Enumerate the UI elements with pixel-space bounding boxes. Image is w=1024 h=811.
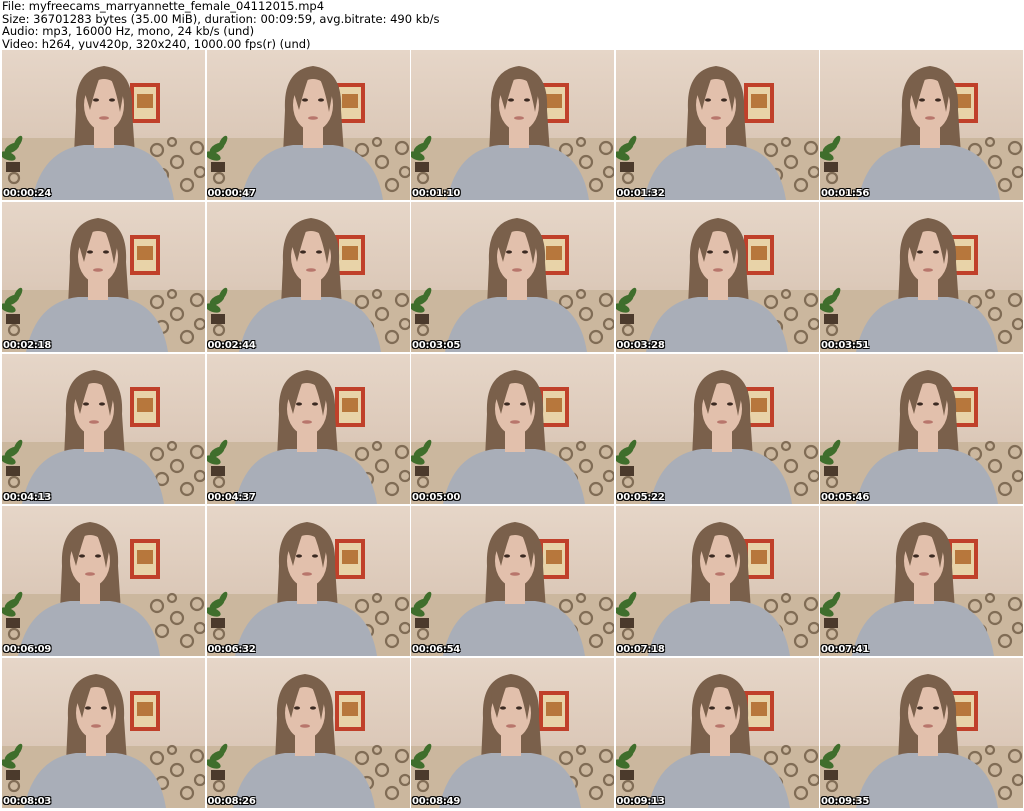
frame-image xyxy=(206,66,410,200)
thumbnail-timestamp: 00:03:28 xyxy=(616,340,665,351)
thumbnail-timestamp: 00:07:18 xyxy=(616,644,665,655)
frame-image xyxy=(411,66,614,200)
frame-image xyxy=(820,66,1023,200)
thumbnail-timestamp: 00:05:00 xyxy=(412,492,461,503)
frame-image xyxy=(2,218,205,352)
video-thumbnail: 00:03:05 xyxy=(411,202,614,352)
video-thumbnail: 00:09:13 xyxy=(615,658,819,808)
frame-image xyxy=(206,218,410,352)
video-thumbnail: 00:02:44 xyxy=(206,202,410,352)
frame-image xyxy=(820,370,1023,504)
audio-info: Audio: mp3, 16000 Hz, mono, 24 kb/s (und… xyxy=(2,24,255,38)
video-thumbnail: 00:06:32 xyxy=(206,506,410,656)
thumbnail-timestamp: 00:08:49 xyxy=(412,796,461,807)
video-thumbnail: 00:03:51 xyxy=(820,202,1023,352)
video-thumbnail: 00:08:26 xyxy=(206,658,410,808)
thumbnail-timestamp: 00:05:22 xyxy=(616,492,665,503)
thumbnail-timestamp: 00:09:13 xyxy=(616,796,665,807)
frame-image xyxy=(615,522,819,656)
thumbnail-timestamp: 00:01:32 xyxy=(616,188,665,199)
frame-image xyxy=(411,370,614,504)
thumbnail-timestamp: 00:00:24 xyxy=(3,188,52,199)
thumbnail-timestamp: 00:03:05 xyxy=(412,340,461,351)
thumbnail-timestamp: 00:03:51 xyxy=(821,340,870,351)
frame-image xyxy=(411,218,614,352)
video-thumbnail: 00:04:13 xyxy=(2,354,205,504)
video-thumbnail: 00:05:46 xyxy=(820,354,1023,504)
frame-image xyxy=(820,522,1023,656)
thumbnail-timestamp: 00:08:26 xyxy=(207,796,256,807)
thumbnail-timestamp: 00:07:41 xyxy=(821,644,870,655)
thumbnail-timestamp: 00:02:18 xyxy=(3,340,52,351)
video-thumbnail: 00:04:37 xyxy=(206,354,410,504)
frame-image xyxy=(615,674,819,808)
thumbnail-timestamp: 00:08:03 xyxy=(3,796,52,807)
video-thumbnail: 00:00:47 xyxy=(206,50,410,200)
frame-image xyxy=(206,370,410,504)
file-name: File: myfreecams_marryannette_female_041… xyxy=(2,0,325,13)
video-thumbnail: 00:01:32 xyxy=(615,50,819,200)
thumbnail-timestamp: 00:06:54 xyxy=(412,644,461,655)
video-thumbnail: 00:03:28 xyxy=(615,202,819,352)
thumbnail-timestamp: 00:04:37 xyxy=(207,492,256,503)
frame-image xyxy=(820,218,1023,352)
thumbnail-grid: 00:00:24 00:00:47 00:01:10 00:01:32 00:01:56… xyxy=(2,50,1023,811)
video-thumbnail: 00:06:54 xyxy=(411,506,614,656)
video-thumbnail: 00:09:35 xyxy=(820,658,1023,808)
frame-image xyxy=(820,674,1023,808)
video-thumbnail: 00:01:10 xyxy=(411,50,614,200)
thumbnail-timestamp: 00:06:09 xyxy=(3,644,52,655)
thumbnail-timestamp: 00:09:35 xyxy=(821,796,870,807)
video-thumbnail: 00:05:22 xyxy=(615,354,819,504)
frame-image xyxy=(2,66,205,200)
thumbnail-timestamp: 00:06:32 xyxy=(207,644,256,655)
frame-image xyxy=(2,674,205,808)
video-thumbnail: 00:02:18 xyxy=(2,202,205,352)
video-info: Video: h264, yuv420p, 320x240, 1000.00 f… xyxy=(2,36,311,51)
thumbnail-timestamp: 00:04:13 xyxy=(3,492,52,503)
frame-image xyxy=(411,674,614,808)
thumbnail-timestamp: 00:01:10 xyxy=(412,188,461,199)
thumbnail-timestamp: 00:02:44 xyxy=(207,340,256,351)
thumbnail-timestamp: 00:00:47 xyxy=(207,188,256,199)
video-thumbnail: 00:07:18 xyxy=(615,506,819,656)
video-thumbnail: 00:08:03 xyxy=(2,658,205,808)
video-thumbnail: 00:08:49 xyxy=(411,658,614,808)
video-thumbnail: 00:06:09 xyxy=(2,506,205,656)
video-thumbnail: 00:00:24 xyxy=(2,50,205,200)
thumbnail-timestamp: 00:05:46 xyxy=(821,492,870,503)
frame-image xyxy=(206,674,410,808)
frame-image xyxy=(2,370,205,504)
video-thumbnail: 00:07:41 xyxy=(820,506,1023,656)
frame-image xyxy=(615,218,819,352)
frame-image xyxy=(2,522,205,656)
frame-image xyxy=(615,66,819,200)
file-info-header: File: myfreecams_marryannette_female_041… xyxy=(2,0,1022,50)
thumbnail-timestamp: 00:01:56 xyxy=(821,188,870,199)
frame-image xyxy=(411,522,614,656)
video-thumbnail: 00:01:56 xyxy=(820,50,1023,200)
frame-image xyxy=(615,370,819,504)
frame-image xyxy=(206,522,410,656)
video-thumbnail: 00:05:00 xyxy=(411,354,614,504)
